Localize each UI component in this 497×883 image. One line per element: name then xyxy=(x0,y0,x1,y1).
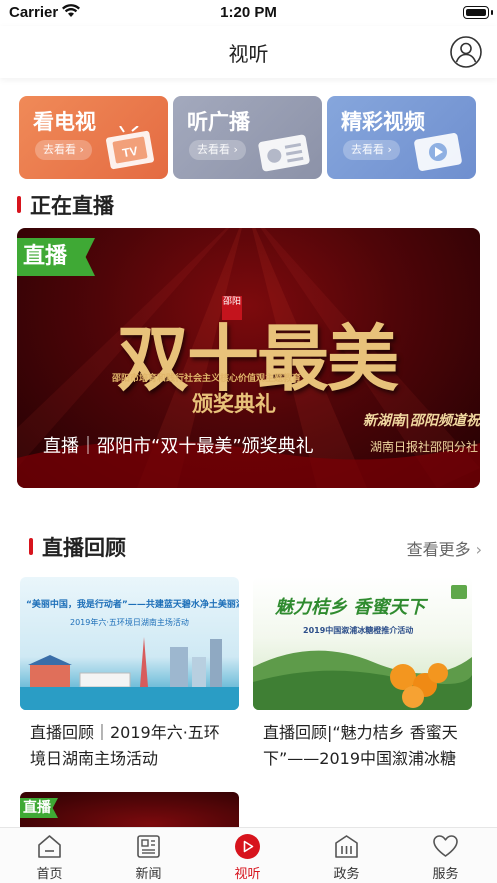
poster-logo: 新湖南|邵阳频道祝 xyxy=(362,413,480,429)
replay-card[interactable]: “美丽中国，我是行动者”——共建蓝天碧水净土美丽湖南 2019年六·五环境日湖南… xyxy=(20,577,239,772)
poster-award: 颁奖典礼 xyxy=(192,391,276,416)
orange-orchard-illustration xyxy=(253,585,472,710)
replay-title: 直播回顾|“魅力桔乡 香蜜天下”——2019中国溆浦冰糖橙推介活动 xyxy=(263,723,458,768)
live-stream-card[interactable]: 直播 双十最美 邵阳 邵阳市培育和践行社会主义核心价值观主题教育 颁奖典礼 新湖… xyxy=(17,228,480,488)
tab-government[interactable]: 政务 xyxy=(297,828,396,883)
category-card-radio[interactable]: 听广播 去看看 › xyxy=(173,96,322,179)
poster-logo-secondary: 湖南日报社邵阳分社 xyxy=(369,440,478,454)
category-title: 听广播 xyxy=(187,110,250,134)
government-icon xyxy=(335,835,358,858)
tab-label: 视听 xyxy=(234,867,261,882)
section-marker xyxy=(29,538,33,555)
play-icon xyxy=(235,834,260,859)
live-badge: 直播 xyxy=(17,238,95,276)
tab-label: 新闻 xyxy=(135,867,162,882)
replay-title: 直播回顾｜2019年六·五环境日湖南主场活动 xyxy=(30,723,220,768)
replay-card-partial[interactable]: 直播 xyxy=(20,792,239,832)
video-icon xyxy=(414,133,462,171)
poster-seal: 邵阳 xyxy=(222,296,242,320)
category-card-video[interactable]: 精彩视频 去看看 › xyxy=(327,96,476,179)
category-card-tv[interactable]: 看电视 去看看 › TV xyxy=(19,96,168,179)
tab-news[interactable]: 新闻 xyxy=(99,828,198,883)
poster-subline: 邵阳市培育和践行社会主义核心价值观主题教育 xyxy=(112,374,302,384)
page-title: 视听 xyxy=(228,42,269,66)
tab-label: 政务 xyxy=(333,867,360,882)
category-go-button[interactable]: 去看看 › xyxy=(189,140,246,160)
city-skyline-illustration xyxy=(20,637,239,710)
tab-label: 服务 xyxy=(432,867,459,882)
chevron-right-icon: › xyxy=(475,540,482,559)
category-title: 看电视 xyxy=(33,110,96,134)
battery-icon xyxy=(463,6,493,19)
clock: 1:20 PM xyxy=(220,4,277,21)
heart-icon xyxy=(433,835,458,857)
replay-section-title: 直播回顾 xyxy=(42,536,126,560)
view-more-link[interactable]: 查看更多 › xyxy=(407,536,482,560)
tab-label: 首页 xyxy=(36,867,63,882)
radio-icon xyxy=(258,134,310,172)
user-profile-icon[interactable] xyxy=(450,36,482,68)
navigation-bar: 视听 xyxy=(0,26,497,78)
replay-card[interactable]: 魅力桔乡 香蜜天下 2019中国溆浦冰糖橙推介活动 直播回顾|“魅力桔乡 香蜜天… xyxy=(253,577,472,772)
live-caption: 直播｜邵阳市“双十最美”颁奖典礼 xyxy=(43,436,314,457)
live-badge: 直播 xyxy=(20,798,58,818)
replay-thumbnail: 魅力桔乡 香蜜天下 2019中国溆浦冰糖橙推介活动 xyxy=(253,577,472,710)
replay-thumbnail: “美丽中国，我是行动者”——共建蓝天碧水净土美丽湖南 2019年六·五环境日湖南… xyxy=(20,577,239,710)
section-marker xyxy=(17,196,21,213)
live-section-title: 正在直播 xyxy=(30,194,114,218)
tab-audiovisual[interactable]: 视听 xyxy=(198,828,297,883)
home-icon xyxy=(38,835,61,858)
status-bar: Carrier 1:20 PM xyxy=(0,0,497,26)
television-icon: TV xyxy=(106,126,154,170)
tab-home[interactable]: 首页 xyxy=(0,828,99,883)
tab-services[interactable]: 服务 xyxy=(396,828,495,883)
news-icon xyxy=(137,835,160,858)
tab-bar: 首页 新闻 视听 政务 服务 xyxy=(0,827,497,883)
svg-text:TV: TV xyxy=(121,144,139,160)
view-more-label: 查看更多 xyxy=(406,540,471,559)
category-go-button[interactable]: 去看看 › xyxy=(343,140,400,160)
category-go-button[interactable]: 去看看 › xyxy=(35,140,92,160)
